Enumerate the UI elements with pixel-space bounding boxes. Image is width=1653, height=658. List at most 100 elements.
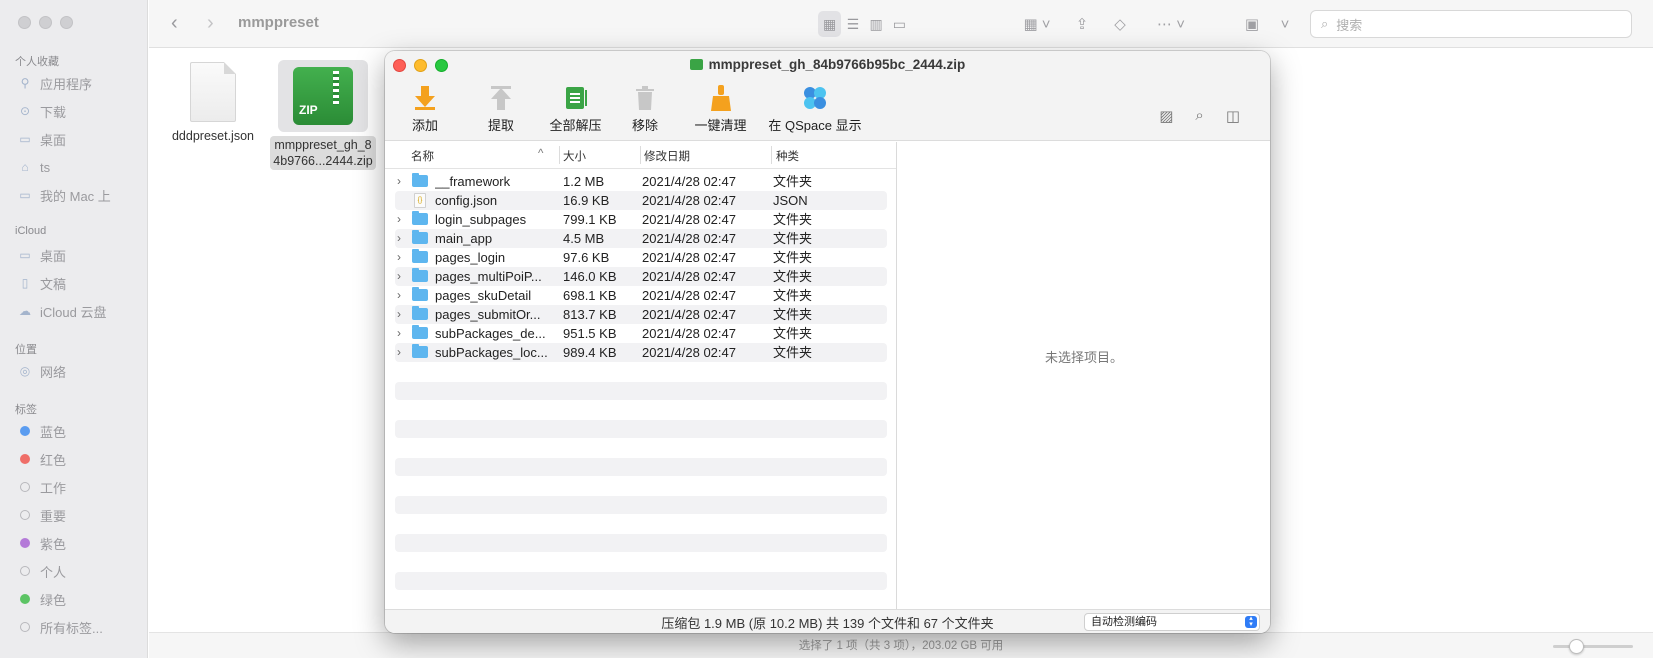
- folder-icon: [412, 306, 428, 320]
- archive-right-tools: ▨ ⌕ ◫: [1159, 107, 1240, 125]
- zoom-button[interactable]: [60, 16, 73, 29]
- sidebar-all-tags[interactable]: 所有标签...: [18, 617, 103, 637]
- sidebar-tag-red[interactable]: 红色: [18, 449, 66, 469]
- archive-toolbar: mmppreset_gh_84b9766b95bc_2444.zip 添加 提取…: [385, 51, 1270, 141]
- connect-icon[interactable]: ▣: [1239, 11, 1265, 37]
- search-input[interactable]: ⌕ 搜索: [1310, 10, 1632, 38]
- chevron-down-icon[interactable]: ˅: [1277, 11, 1293, 37]
- chevron-right-icon[interactable]: ›: [397, 324, 401, 343]
- sidebar-tag-green[interactable]: 绿色: [18, 589, 66, 609]
- chevron-right-icon[interactable]: ›: [397, 229, 401, 248]
- back-arrow-icon[interactable]: ‹: [171, 12, 178, 35]
- row-kind: 文件夹: [773, 345, 813, 360]
- sidebar-item-icloud-drive[interactable]: ☁ iCloud 云盘: [18, 301, 106, 321]
- table-row[interactable]: › login_subpages 799.1 KB 2021/4/28 02:47 文件…: [395, 210, 887, 229]
- table-row[interactable]: › __framework 1.2 MB 2021/4/28 02:47 文件夹: [395, 172, 887, 191]
- chevron-right-icon[interactable]: ›: [397, 305, 401, 324]
- empty-row: [395, 572, 887, 590]
- sidebar-item-downloads[interactable]: ⊙ 下载: [18, 101, 66, 121]
- encoding-value: 自动检测编码: [1091, 616, 1157, 628]
- zip-file-icon: ZIP: [278, 60, 368, 132]
- view-mode-control[interactable]: ▦ ☰ ▥ ▭: [818, 11, 911, 37]
- json-file-icon: {}: [414, 193, 426, 208]
- sidebar-tag-work[interactable]: 工作: [18, 477, 66, 497]
- row-size: 16.9 KB: [563, 193, 610, 208]
- chevron-right-icon[interactable]: ›: [397, 210, 401, 229]
- tool-label: 在 QSpace 显示: [768, 118, 862, 133]
- show-in-qspace-button[interactable]: 在 QSpace 显示: [765, 81, 865, 134]
- file-name: dddpreset.json: [171, 129, 254, 143]
- sidebar-item-applications[interactable]: ⚲ 应用程序: [18, 73, 92, 93]
- row-date: 2021/4/28 02:47: [642, 193, 736, 208]
- close-button[interactable]: [18, 16, 31, 29]
- sidebar-item-network[interactable]: ◎ 网络: [18, 361, 66, 381]
- sidebar-item-icloud-desktop[interactable]: ▭ 桌面: [18, 245, 66, 265]
- table-row[interactable]: › pages_submitOr... 813.7 KB 2021/4/28 02:4…: [395, 305, 887, 324]
- share-icon[interactable]: ⇪: [1069, 11, 1095, 37]
- column-header-kind[interactable]: 种类: [776, 148, 799, 164]
- chevron-right-icon[interactable]: ›: [397, 343, 401, 362]
- row-name: subPackages_de...: [435, 326, 546, 341]
- sidebar-item-desktop[interactable]: ▭ 桌面: [18, 129, 66, 149]
- column-header-date[interactable]: 修改日期: [644, 148, 690, 164]
- column-separator[interactable]: [771, 146, 772, 164]
- sidebar-tag-important[interactable]: 重要: [18, 505, 66, 525]
- search-placeholder: 搜索: [1336, 17, 1363, 33]
- quick-clean-button[interactable]: 一键清理: [678, 81, 763, 134]
- column-header-name[interactable]: 名称: [411, 148, 434, 164]
- table-row[interactable]: › subPackages_loc... 989.4 KB 2021/4/28 02:…: [395, 343, 887, 362]
- list-view-icon[interactable]: ☰: [841, 11, 864, 37]
- column-header-size[interactable]: 大小: [563, 148, 586, 164]
- chevron-right-icon[interactable]: ›: [397, 248, 401, 267]
- row-size: 989.4 KB: [563, 345, 617, 360]
- sidebar-item-label: 重要: [40, 508, 67, 524]
- tag-ring-icon: [20, 566, 30, 576]
- sidebar-tag-personal[interactable]: 个人: [18, 561, 66, 581]
- sidebar-item-on-my-mac[interactable]: ▭ 我的 Mac 上: [18, 185, 110, 205]
- table-row[interactable]: {} config.json 16.9 KB 2021/4/28 02:47 JSON: [395, 191, 887, 210]
- table-row[interactable]: › pages_multiPoiP... 146.0 KB 2021/4/28 02:…: [395, 267, 887, 286]
- tag-dot-icon: [20, 594, 30, 604]
- sidebar-item-home[interactable]: ⌂ ts: [18, 157, 50, 177]
- image-preview-icon[interactable]: ▨: [1159, 107, 1173, 125]
- table-row[interactable]: › pages_login 97.6 KB 2021/4/28 02:47 文件夹: [395, 248, 887, 267]
- sidebar-item-label: 绿色: [40, 592, 67, 608]
- chevron-right-icon[interactable]: ›: [397, 267, 401, 286]
- encoding-select[interactable]: 自动检测编码 ▴ ▾: [1084, 613, 1260, 631]
- table-row[interactable]: › subPackages_de... 951.5 KB 2021/4/28 02:4…: [395, 324, 887, 343]
- extract-all-button[interactable]: 全部解压: [533, 81, 618, 134]
- file-dddpreset-json[interactable]: dddpreset.json: [168, 62, 258, 143]
- trash-icon: [610, 81, 680, 115]
- slider-knob[interactable]: [1569, 639, 1584, 654]
- icon-view-icon[interactable]: ▦: [818, 11, 842, 37]
- minimize-button[interactable]: [39, 16, 52, 29]
- tool-label: 移除: [631, 118, 658, 133]
- column-view-icon[interactable]: ▥: [865, 11, 888, 37]
- table-row[interactable]: › main_app 4.5 MB 2021/4/28 02:47 文件夹: [395, 229, 887, 248]
- select-arrows-icon: ▴ ▾: [1245, 615, 1257, 628]
- folder-icon: [412, 268, 428, 282]
- cloud-icon: ☁: [19, 304, 31, 318]
- sidebar-toggle-icon[interactable]: ◫: [1226, 107, 1240, 125]
- row-size: 813.7 KB: [563, 307, 617, 322]
- column-separator[interactable]: [559, 146, 560, 164]
- more-actions-icon[interactable]: ⋯ ˅: [1151, 11, 1191, 37]
- icon-size-slider[interactable]: [1553, 639, 1633, 654]
- search-icon[interactable]: ⌕: [1195, 107, 1203, 125]
- extract-button[interactable]: 提取: [466, 81, 536, 134]
- chevron-right-icon[interactable]: ›: [397, 286, 401, 305]
- column-separator[interactable]: [640, 146, 641, 164]
- sidebar-item-documents[interactable]: ▯ 文稿: [18, 273, 66, 293]
- sidebar-tag-purple[interactable]: 紫色: [18, 533, 66, 553]
- add-button[interactable]: 添加: [390, 81, 460, 134]
- group-by-icon[interactable]: ▦ ˅: [1017, 11, 1057, 37]
- sidebar-tag-blue[interactable]: 蓝色: [18, 421, 66, 441]
- tag-icon[interactable]: ◇: [1107, 11, 1133, 37]
- table-row[interactable]: › pages_skuDetail 698.1 KB 2021/4/28 02:47 文…: [395, 286, 887, 305]
- forward-arrow-icon[interactable]: ›: [207, 12, 214, 35]
- folder-icon: [412, 173, 428, 187]
- chevron-right-icon[interactable]: ›: [397, 172, 401, 191]
- file-mmppreset-zip[interactable]: ZIP mmppreset_gh_8 4b9766...2444.zip: [268, 60, 378, 170]
- remove-button[interactable]: 移除: [610, 81, 680, 134]
- gallery-view-icon[interactable]: ▭: [888, 11, 911, 37]
